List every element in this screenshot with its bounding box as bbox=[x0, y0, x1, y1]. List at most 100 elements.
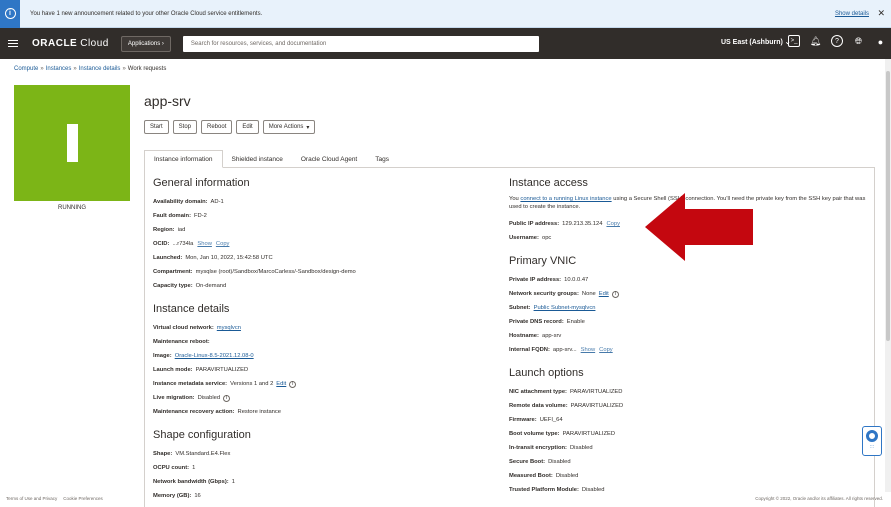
ocpu-row: OCPU count: 1 bbox=[153, 461, 483, 475]
field-label: Remote data volume: bbox=[509, 403, 568, 409]
field-label: Subnet: bbox=[509, 305, 531, 311]
breadcrumb: Compute» Instances» Instance details» Work … bbox=[14, 66, 167, 72]
field-label: Launched: bbox=[153, 255, 183, 261]
edit-button[interactable]: Edit bbox=[236, 120, 259, 134]
hamburger-menu-icon[interactable] bbox=[8, 38, 18, 49]
tab-oracle-cloud-agent[interactable]: Oracle Cloud Agent bbox=[292, 150, 366, 168]
metadata-service-row: Instance metadata service: Versions 1 and… bbox=[153, 377, 483, 391]
copyright-text: Copyright © 2022, Oracle and/or its affi… bbox=[755, 496, 883, 501]
field-value: 1 bbox=[192, 465, 196, 471]
firmware-row: Firmware: UEFI_64 bbox=[509, 413, 869, 427]
profile-icon[interactable]: ● bbox=[874, 35, 887, 48]
field-value: PARAVIRTUALIZED bbox=[195, 367, 249, 373]
live-migration-row: Live migration: Disabled i bbox=[153, 391, 483, 405]
scrollbar-thumb[interactable] bbox=[886, 71, 890, 341]
launch-mode-row: Launch mode: PARAVIRTUALIZED bbox=[153, 363, 483, 377]
in-transit-encryption-row: In-transit encryption: Disabled bbox=[509, 441, 869, 455]
show-details-link[interactable]: Show details bbox=[835, 11, 869, 17]
tab-instance-information[interactable]: Instance information bbox=[144, 150, 223, 168]
top-navigation: ORACLE Cloud Applications › Search for re… bbox=[0, 28, 891, 59]
field-label: Launch mode: bbox=[153, 367, 193, 373]
field-value: FD-2 bbox=[194, 213, 207, 219]
metadata-edit-link[interactable]: Edit bbox=[276, 381, 286, 387]
breadcrumb-compute[interactable]: Compute bbox=[14, 66, 38, 72]
close-icon[interactable]: ✕ bbox=[877, 8, 885, 19]
shape-row: Shape: VM.Standard.E4.Flex bbox=[153, 447, 483, 461]
help-lifebuoy-icon[interactable]: ::: bbox=[862, 426, 882, 456]
field-value: app-srv... bbox=[552, 347, 577, 353]
terms-link[interactable]: Terms of Use and Privacy bbox=[6, 496, 57, 501]
compartment-row: Compartment: mysqlse (root)/Sandbox/Marco… bbox=[153, 265, 483, 279]
field-value: 1 bbox=[231, 479, 235, 485]
field-value: Versions 1 and 2 bbox=[230, 381, 274, 387]
field-label: Capacity type: bbox=[153, 283, 193, 289]
start-button[interactable]: Start bbox=[144, 120, 169, 134]
more-actions-button[interactable]: More Actions ▾ bbox=[262, 120, 316, 134]
public-ip-copy-link[interactable]: Copy bbox=[606, 221, 620, 227]
nsg-row: Network security groups: None Edit i bbox=[509, 287, 869, 301]
bandwidth-row: Network bandwidth (Gbps): 1 bbox=[153, 475, 483, 489]
field-label: Measured Boot: bbox=[509, 473, 553, 479]
field-value: 10.0.0.47 bbox=[564, 277, 589, 283]
recovery-action-row: Maintenance recovery action: Restore inst… bbox=[153, 405, 483, 419]
nsg-edit-link[interactable]: Edit bbox=[599, 291, 609, 297]
info-icon[interactable]: i bbox=[289, 380, 297, 388]
instance-access-heading: Instance access bbox=[509, 177, 588, 189]
field-label: Boot volume type: bbox=[509, 431, 560, 437]
breadcrumb-instances[interactable]: Instances bbox=[46, 66, 72, 72]
oracle-cloud-logo[interactable]: ORACLE Cloud bbox=[32, 38, 109, 49]
fault-domain-row: Fault domain: FD-2 bbox=[153, 209, 483, 223]
field-value: Disabled bbox=[555, 473, 579, 479]
ocid-copy-link[interactable]: Copy bbox=[216, 241, 230, 247]
connect-linux-link[interactable]: connect to a running Linux instance bbox=[520, 196, 611, 202]
field-value: ...r734la bbox=[172, 241, 194, 247]
info-icon: i bbox=[0, 0, 20, 28]
more-actions-label: More Actions bbox=[268, 124, 304, 130]
stop-button[interactable]: Stop bbox=[172, 120, 198, 134]
capacity-type-row: Capacity type: On-demand bbox=[153, 279, 483, 293]
tab-shielded-instance[interactable]: Shielded instance bbox=[223, 150, 292, 168]
info-icon[interactable]: i bbox=[223, 394, 231, 402]
cookie-preferences-link[interactable]: Cookie Preferences bbox=[63, 496, 103, 501]
cloud-shell-icon[interactable]: >_ bbox=[788, 35, 800, 47]
field-value: PARAVIRTUALIZED bbox=[569, 389, 623, 395]
globe-icon[interactable]: 🌐︎ bbox=[852, 35, 865, 48]
subnet-link[interactable]: Public Subnet-mysqlvcn bbox=[534, 305, 596, 311]
field-value: UEFI_64 bbox=[539, 417, 563, 423]
tab-tags[interactable]: Tags bbox=[366, 150, 398, 168]
launched-row: Launched: Mon, Jan 10, 2022, 15:42:58 UTC bbox=[153, 251, 483, 265]
vcn-row: Virtual cloud network: mysqlvcn bbox=[153, 321, 483, 335]
ocid-row: OCID: ...r734la Show Copy bbox=[153, 237, 483, 251]
field-label: Virtual cloud network: bbox=[153, 325, 214, 331]
field-label: Internal FQDN: bbox=[509, 347, 550, 353]
field-label: Public IP address: bbox=[509, 221, 560, 227]
fqdn-copy-link[interactable]: Copy bbox=[599, 347, 613, 353]
applications-button[interactable]: Applications › bbox=[120, 35, 171, 52]
search-input[interactable]: Search for resources, services, and docu… bbox=[182, 35, 539, 52]
maintenance-reboot-row: Maintenance reboot: bbox=[153, 335, 483, 349]
field-value: Disabled bbox=[197, 395, 221, 401]
caret-down-icon: ▾ bbox=[306, 124, 310, 131]
bell-icon[interactable]: 🔔︎ bbox=[809, 35, 822, 48]
availability-domain-row: Availability domain: AD-1 bbox=[153, 195, 483, 209]
region-selector[interactable]: US East (Ashburn) ⌄ bbox=[721, 38, 791, 46]
field-label: Maintenance recovery action: bbox=[153, 409, 235, 415]
region-row: Region: iad bbox=[153, 223, 483, 237]
shape-configuration-heading: Shape configuration bbox=[153, 429, 251, 441]
field-value: None bbox=[581, 291, 596, 297]
breadcrumb-instance-details[interactable]: Instance details bbox=[79, 66, 121, 72]
field-value: Mon, Jan 10, 2022, 15:42:58 UTC bbox=[185, 255, 273, 261]
region-label: US East (Ashburn) bbox=[721, 39, 783, 46]
info-icon[interactable]: i bbox=[611, 290, 619, 298]
field-value: Enable bbox=[566, 319, 585, 325]
image-link[interactable]: Oracle-Linux-8.5-2021.12.08-0 bbox=[175, 353, 254, 359]
reboot-button[interactable]: Reboot bbox=[201, 120, 233, 134]
field-value: opc bbox=[541, 235, 552, 241]
scrollbar[interactable] bbox=[885, 59, 891, 492]
ocid-show-link[interactable]: Show bbox=[197, 241, 212, 247]
field-label: OCPU count: bbox=[153, 465, 190, 471]
vcn-link[interactable]: mysqlvcn bbox=[217, 325, 241, 331]
field-label: Private IP address: bbox=[509, 277, 562, 283]
fqdn-show-link[interactable]: Show bbox=[581, 347, 596, 353]
help-icon[interactable]: ? bbox=[831, 35, 843, 47]
